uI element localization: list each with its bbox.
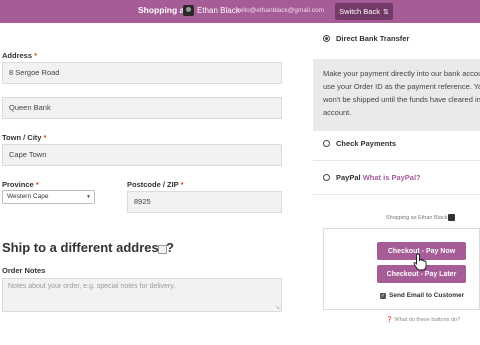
paypal-label: PayPal What is PayPal?: [336, 173, 421, 182]
avatar: [448, 214, 455, 221]
user-email: hello@ethanblack@gmail.com: [236, 7, 324, 14]
shopping-as-label: Shopping as: [138, 5, 189, 15]
description-line: account.: [323, 108, 352, 117]
address-line-2-field[interactable]: Queen Bank: [2, 97, 282, 119]
bank-transfer-description: Make your payment directly into our bank…: [313, 59, 480, 139]
province-value: Western Cape: [7, 193, 49, 200]
send-email-label: Send Email to Customer: [389, 292, 465, 299]
province-select[interactable]: Western Cape ▼: [2, 190, 95, 204]
description-line: won't be shipped until the funds have cl…: [323, 95, 480, 104]
description-line: Make your payment directly into our bank…: [323, 69, 480, 78]
switch-back-label: Switch Back: [339, 7, 380, 16]
province-label: Province *: [2, 180, 39, 189]
order-notes-label: Order Notes: [2, 266, 46, 275]
postcode-label: Postcode / ZIP *: [127, 180, 184, 189]
chevron-down-icon: ▼: [86, 194, 91, 200]
payment-methods-panel: Direct Bank Transfer Make your payment d…: [313, 23, 480, 205]
user-name: Ethan Black: [197, 6, 240, 15]
what-do-buttons-do-link[interactable]: ❓ What do these buttons do?: [386, 317, 460, 323]
order-notes-textarea[interactable]: Notes about your order, e.g. special not…: [2, 278, 282, 312]
switch-back-button[interactable]: Switch Back ⇅: [335, 3, 393, 20]
resize-grip-icon[interactable]: ↘: [275, 304, 280, 311]
shuffle-icon: ⇅: [382, 8, 389, 16]
what-is-paypal-link[interactable]: What is PayPal?: [363, 173, 421, 182]
address-label: Address *: [2, 51, 38, 60]
ship-different-address-checkbox[interactable]: [158, 245, 167, 254]
avatar: [183, 5, 194, 16]
order-notes-placeholder: Notes about your order, e.g. special not…: [8, 283, 176, 290]
payment-method-bank-transfer[interactable]: Direct Bank Transfer: [313, 23, 480, 59]
admin-bar: Shopping as Ethan Black hello@ethanblack…: [0, 0, 480, 23]
postcode-field[interactable]: 8925: [127, 191, 282, 213]
address-line-1-field[interactable]: 8 Sergoe Road: [2, 62, 282, 84]
shopping-as-note: Shopping as Ethan Black: [386, 215, 448, 221]
radio-paypal[interactable]: [323, 174, 330, 181]
radio-check-payments[interactable]: [323, 140, 330, 147]
ship-different-address-title: Ship to a different address?: [2, 240, 174, 255]
hand-pointer-icon: [413, 253, 427, 271]
description-line: use your Order ID as the payment referen…: [323, 82, 480, 91]
send-email-checkbox[interactable]: ✓: [380, 293, 386, 299]
radio-bank-transfer[interactable]: [323, 35, 330, 42]
divider: [313, 194, 480, 195]
city-label: Town / City *: [2, 133, 47, 142]
city-field[interactable]: Cape Town: [2, 144, 282, 166]
check-payments-label: Check Payments: [336, 139, 397, 148]
payment-method-paypal[interactable]: PayPal What is PayPal?: [313, 161, 480, 195]
bank-transfer-label: Direct Bank Transfer: [336, 34, 410, 43]
